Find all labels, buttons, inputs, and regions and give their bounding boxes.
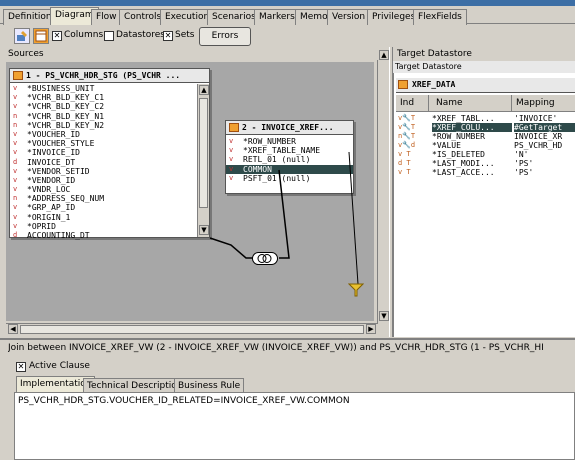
- filter-icon[interactable]: [347, 282, 365, 298]
- active-clause-label: Active Clause: [29, 361, 90, 371]
- datastores-label: Datastores: [116, 30, 165, 40]
- tab-business-rule[interactable]: Business Rule: [174, 378, 245, 393]
- sets-checkbox[interactable]: ✕: [163, 31, 173, 41]
- target-table-title[interactable]: XREF_DATA: [396, 78, 575, 93]
- tab-flexfields[interactable]: FlexFields: [413, 9, 467, 25]
- diagram-toolbar: ✕ Columns Datastores ✕ Sets Errors: [0, 25, 575, 49]
- datastore-icon: [398, 80, 408, 89]
- datastores-checkbox[interactable]: [104, 31, 114, 41]
- target-mapping-grid[interactable]: Ind Name Mapping v🔧T *XREF_TABL... 'INVOIC…: [396, 95, 575, 177]
- active-clause-checkbox[interactable]: ✕: [16, 362, 26, 372]
- mapping-row[interactable]: v T *IS_DELETED 'N': [396, 150, 575, 159]
- mapping-row[interactable]: d T *LAST_MODI... 'PS': [396, 159, 575, 168]
- mapping-row[interactable]: v T *LAST_ACCE... 'PS': [396, 168, 575, 177]
- mapping-row[interactable]: v🔧d *VALUE PS_VCHR_HD: [396, 141, 575, 150]
- tab-flow[interactable]: Flow: [91, 9, 122, 25]
- implementation-editor[interactable]: PS_VCHR_HDR_STG.VOUCHER_ID_RELATED=INVOI…: [14, 392, 575, 460]
- title-strip: [0, 0, 575, 6]
- table-icon[interactable]: [33, 28, 49, 44]
- column-header-mapping[interactable]: Mapping: [516, 98, 555, 108]
- tab-markers[interactable]: Markers: [254, 9, 300, 25]
- mapping-row[interactable]: n🔧T *ROW_NUMBER INVOICE_XR: [396, 132, 575, 141]
- scroll-up-button[interactable]: ▲: [379, 50, 389, 60]
- join-icon[interactable]: [252, 252, 278, 265]
- target-header: Target Datastore: [393, 47, 575, 61]
- mapping-row-selected[interactable]: v🔧T *XREF_COLU... #GetTarget: [396, 123, 575, 132]
- scroll-left-button[interactable]: ◀: [8, 324, 18, 334]
- column-header-name[interactable]: Name: [436, 98, 463, 108]
- sources-header: Sources: [6, 49, 376, 61]
- mapping-row[interactable]: v🔧T *XREF_TABL... 'INVOICE': [396, 114, 575, 123]
- target-subtitle: Target Datastore: [393, 61, 575, 73]
- errors-button[interactable]: Errors: [199, 27, 251, 46]
- tab-scenarios[interactable]: Scenarios: [207, 9, 261, 25]
- edit-diagram-icon[interactable]: [14, 28, 30, 44]
- tab-definition[interactable]: Definition: [3, 9, 57, 25]
- scroll-down-button[interactable]: ▼: [379, 311, 389, 321]
- columns-checkbox[interactable]: ✕: [52, 31, 62, 41]
- tab-technical-description[interactable]: Technical Description: [83, 378, 187, 393]
- main-tab-bar: Definition Diagram Flow Controls Executi…: [0, 0, 575, 25]
- join-connector: [209, 151, 359, 285]
- section-divider: [0, 338, 575, 340]
- column-header-ind[interactable]: Ind: [400, 98, 414, 108]
- horizontal-scroll-thumb[interactable]: [20, 325, 364, 334]
- tab-version[interactable]: Version: [327, 9, 371, 25]
- sets-label: Sets: [175, 30, 195, 40]
- grid-header: Ind Name Mapping: [396, 95, 575, 112]
- columns-label: Columns: [64, 30, 104, 40]
- scroll-right-button[interactable]: ▶: [366, 324, 376, 334]
- canvas-vertical-scrollbar[interactable]: [377, 60, 389, 323]
- join-description: Join between INVOICE_XREF_VW (2 - INVOIC…: [8, 343, 544, 353]
